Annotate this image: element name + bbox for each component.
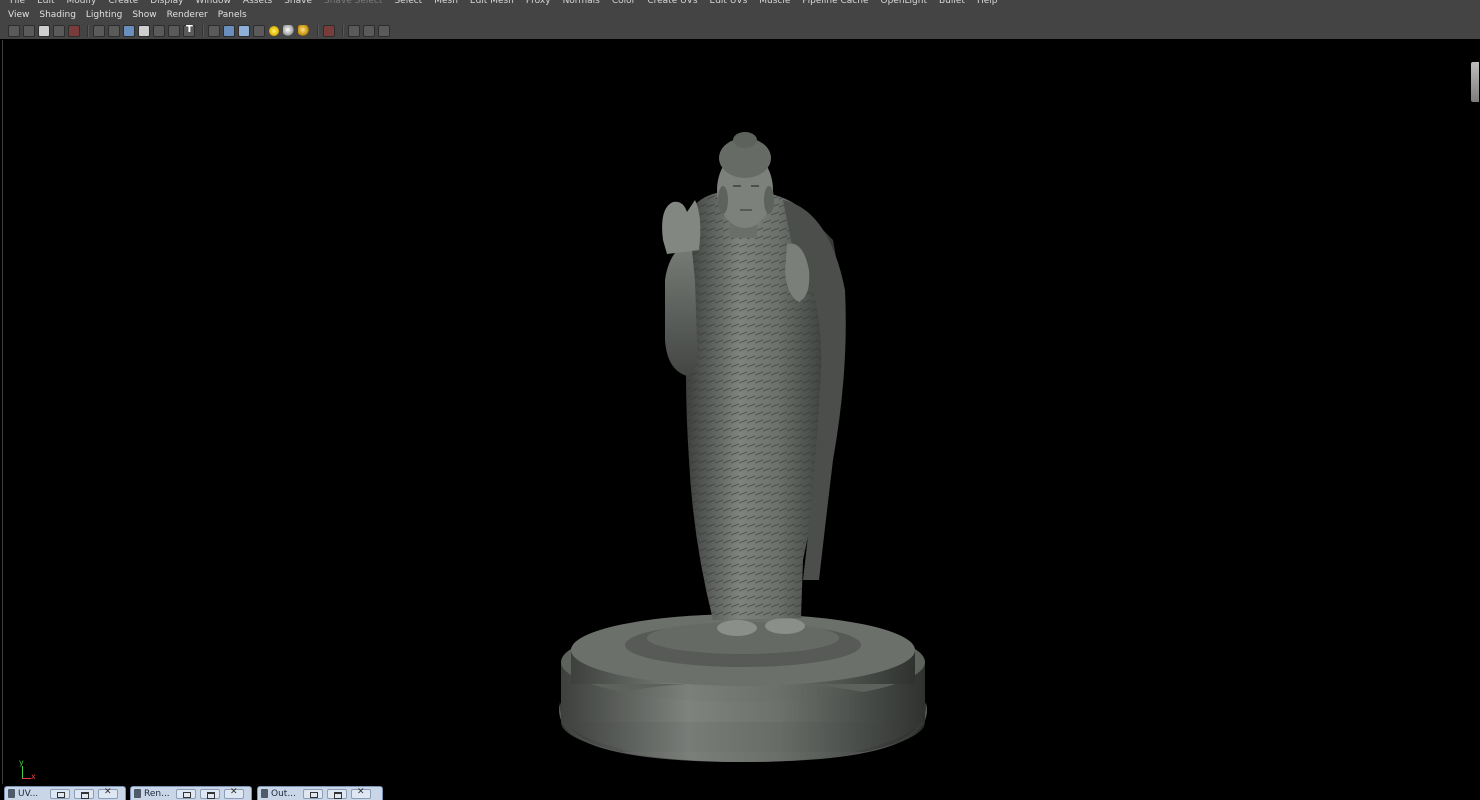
menu-edit[interactable]: Edit <box>31 0 60 8</box>
axis-x-label: x <box>31 772 36 781</box>
safe-action-icon[interactable] <box>168 25 180 37</box>
use-default-light-icon[interactable] <box>268 25 280 37</box>
minimized-window-uv-editor[interactable]: UV... <box>4 786 126 800</box>
axis-x-line <box>22 778 31 779</box>
menu-window[interactable]: Window <box>189 0 237 8</box>
maya-app-icon <box>261 789 268 798</box>
menu-color[interactable]: Color <box>606 0 642 8</box>
menu-help[interactable]: Help <box>971 0 1004 8</box>
menu-select[interactable]: Select <box>388 0 428 8</box>
main-menu-items: File Edit Modify Create Display Window Assets S… <box>4 0 1003 8</box>
panel-menu-renderer[interactable]: Renderer <box>162 8 213 23</box>
camera-icon[interactable] <box>8 25 20 37</box>
menu-mesh[interactable]: Mesh <box>428 0 464 8</box>
smooth-shade-icon[interactable] <box>223 25 235 37</box>
minimized-window-outliner[interactable]: Out... <box>257 786 383 800</box>
camera-attr-icon[interactable] <box>23 25 35 37</box>
menu-shave[interactable]: Shave <box>278 0 318 8</box>
menu-display[interactable]: Display <box>144 0 189 8</box>
maya-app-icon <box>134 789 141 798</box>
panel-menu-shading[interactable]: Shading <box>34 8 81 23</box>
minimized-window-render-view[interactable]: Ren... <box>130 786 252 800</box>
toolbar-separator <box>202 25 204 37</box>
restore-icon[interactable] <box>50 788 70 799</box>
close-icon[interactable] <box>351 787 371 799</box>
menu-pipeline-cache[interactable]: Pipeline Cache <box>796 0 874 8</box>
maximize-icon[interactable] <box>200 788 220 799</box>
wireframe-on-shaded-icon[interactable] <box>238 25 250 37</box>
window-title: UV... <box>18 788 39 799</box>
menu-assets[interactable]: Assets <box>237 0 278 8</box>
textured-icon[interactable] <box>253 25 265 37</box>
axis-y-line <box>22 766 23 778</box>
high-quality-icon[interactable] <box>298 25 310 37</box>
xray-joints-icon[interactable] <box>363 25 375 37</box>
panel-menu-lighting[interactable]: Lighting <box>81 8 127 23</box>
panel-menu-show[interactable]: Show <box>127 8 161 23</box>
image-plane-icon[interactable] <box>53 25 65 37</box>
resolution-gate-icon[interactable] <box>123 25 135 37</box>
buddha-statue-model[interactable] <box>3 40 1479 786</box>
maximize-icon[interactable] <box>327 788 347 799</box>
perspective-viewport[interactable]: y x persp <box>2 40 1479 797</box>
window-title: Ren... <box>144 788 170 799</box>
menu-create-uvs[interactable]: Create UVs <box>641 0 703 8</box>
toolbar-separator <box>317 25 319 37</box>
maya-app-icon <box>8 789 15 798</box>
panel-menu-view[interactable]: View <box>0 8 34 23</box>
main-menu-bar: File Edit Modify Create Display Window Assets S… <box>0 0 1480 8</box>
film-gate-icon[interactable] <box>108 25 120 37</box>
menu-normals[interactable]: Normals <box>557 0 606 8</box>
menu-create[interactable]: Create <box>102 0 144 8</box>
panel-menu-bar: View Shading Lighting Show Renderer Panels <box>0 8 1480 23</box>
snapshot-icon[interactable] <box>68 25 80 37</box>
toolbar-separator <box>87 25 89 37</box>
close-icon[interactable] <box>98 787 118 799</box>
menu-proxy[interactable]: Proxy <box>520 0 557 8</box>
bookmark-icon[interactable] <box>38 25 50 37</box>
panel-menu-panels[interactable]: Panels <box>213 8 252 23</box>
restore-icon[interactable] <box>176 788 196 799</box>
menu-edit-mesh[interactable]: Edit Mesh <box>464 0 520 8</box>
view-cube[interactable] <box>1471 62 1479 102</box>
grid-icon[interactable] <box>93 25 105 37</box>
menu-shave-select[interactable]: Shave Select <box>318 0 388 8</box>
minimized-windows-bar: UV... Ren... Out... <box>0 784 1480 800</box>
close-icon[interactable] <box>224 787 244 799</box>
menu-openlight[interactable]: OpenLight <box>875 0 934 8</box>
backface-culling-icon[interactable] <box>378 25 390 37</box>
xray-icon[interactable] <box>348 25 360 37</box>
gate-mask-icon[interactable] <box>138 25 150 37</box>
toolbar-separator <box>342 25 344 37</box>
isolate-select-icon[interactable] <box>323 25 335 37</box>
maximize-icon[interactable] <box>74 788 94 799</box>
safe-title-icon[interactable] <box>183 24 195 37</box>
menu-bullet[interactable]: Bullet <box>933 0 971 8</box>
panel-toolbar <box>0 23 1480 39</box>
wireframe-icon[interactable] <box>208 25 220 37</box>
field-chart-icon[interactable] <box>153 25 165 37</box>
shadows-icon[interactable] <box>283 25 295 37</box>
menu-modify[interactable]: Modify <box>61 0 103 8</box>
menu-edit-uvs[interactable]: Edit UVs <box>704 0 754 8</box>
menu-file[interactable]: File <box>4 0 31 8</box>
menu-muscle[interactable]: Muscle <box>753 0 796 8</box>
restore-icon[interactable] <box>303 788 323 799</box>
window-title: Out... <box>271 788 296 799</box>
